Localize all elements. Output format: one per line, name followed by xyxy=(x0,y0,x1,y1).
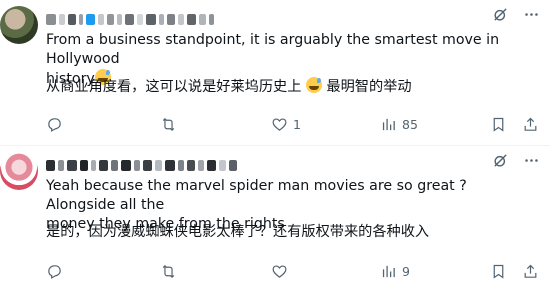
reply-post[interactable]: From a business standpoint, it is arguab… xyxy=(0,0,550,146)
heart-icon xyxy=(272,117,287,131)
avatar[interactable] xyxy=(0,152,38,190)
share-button[interactable] xyxy=(522,114,539,134)
author-name-redacted[interactable] xyxy=(46,10,214,28)
grok-icon[interactable] xyxy=(492,152,509,173)
like-button[interactable] xyxy=(271,261,293,281)
reply-button[interactable] xyxy=(46,261,68,281)
author-name-redacted[interactable] xyxy=(46,156,237,174)
share-icon xyxy=(524,264,537,278)
grok-icon[interactable] xyxy=(492,6,509,27)
more-icon[interactable] xyxy=(523,6,540,27)
post-translation: 是的，因为漫威蜘蛛侠电影太棒了？还有版权带来的各种收入 xyxy=(46,224,430,240)
repost-button[interactable] xyxy=(160,261,182,281)
more-icon[interactable] xyxy=(523,152,540,173)
like-button[interactable]: 1 xyxy=(271,114,301,134)
views-button[interactable]: 85 xyxy=(380,114,418,134)
reply-icon xyxy=(48,264,61,279)
repost-button[interactable] xyxy=(160,114,182,134)
bookmark-icon xyxy=(493,117,504,132)
sweat-smile-emoji xyxy=(305,77,322,93)
share-button[interactable] xyxy=(522,261,539,281)
views-icon xyxy=(382,118,395,130)
views-button[interactable]: 9 xyxy=(380,261,410,281)
action-bar: 1 85 xyxy=(46,114,539,134)
bookmark-button[interactable] xyxy=(490,261,507,281)
views-icon xyxy=(382,265,395,277)
avatar[interactable] xyxy=(0,6,38,44)
share-icon xyxy=(524,117,537,131)
repost-icon xyxy=(162,264,175,278)
reply-icon xyxy=(48,117,61,132)
post-translation: 从商业角度看，这可以说是好莱坞历史上 最明智的举动 xyxy=(46,77,412,95)
repost-icon xyxy=(162,117,175,131)
bookmark-icon xyxy=(493,264,504,279)
heart-icon xyxy=(272,264,287,278)
bookmark-button[interactable] xyxy=(490,114,507,134)
action-bar: 9 xyxy=(46,261,539,281)
reply-button[interactable] xyxy=(46,114,68,134)
reply-post[interactable]: Yeah because the marvel spider man movie… xyxy=(0,146,550,281)
